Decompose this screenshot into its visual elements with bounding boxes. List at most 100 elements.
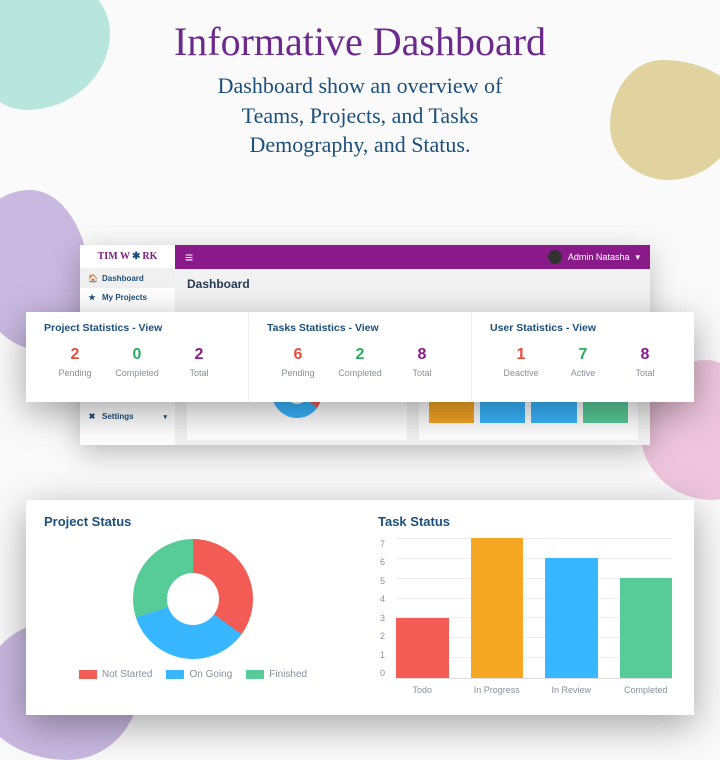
panel-title: Task Status xyxy=(378,514,676,529)
y-tick: 5 xyxy=(380,576,385,586)
stat-cell: 0 Completed xyxy=(106,346,168,378)
y-tick: 4 xyxy=(380,594,385,604)
project-status-panel: Project Status Not Started On Going Finish… xyxy=(26,500,360,715)
hero-sub-line: Teams, Projects, and Tasks xyxy=(242,103,479,128)
y-tick: 6 xyxy=(380,557,385,567)
legend-swatch xyxy=(246,670,264,679)
stat-cell: 2 Completed xyxy=(329,346,391,378)
sidebar-item-dashboard[interactable]: 🏠 Dashboard xyxy=(80,269,175,288)
stat-number: 8 xyxy=(614,346,676,364)
logo-text: TIM W xyxy=(98,251,130,262)
nav-label: My Projects xyxy=(102,293,147,302)
page-title: Dashboard xyxy=(187,277,638,291)
stat-label: Total xyxy=(391,368,453,378)
y-axis: 7 6 5 4 3 2 1 0 xyxy=(380,539,385,678)
big-charts-card: Project Status Not Started On Going Finish… xyxy=(26,500,694,715)
page-content: Dashboard xyxy=(175,269,650,299)
nav-label: Dashboard xyxy=(102,274,144,283)
stat-label: Total xyxy=(614,368,676,378)
bar-in-review xyxy=(545,558,598,678)
stats-column: Tasks Statistics - View 6 Pending2 Complete… xyxy=(249,312,472,402)
nav-label: Settings xyxy=(102,412,134,421)
hero-section: Informative Dashboard Dashboard show an … xyxy=(0,0,720,160)
stats-title: Project Statistics - View xyxy=(44,322,230,334)
stat-label: Total xyxy=(168,368,230,378)
stat-number: 8 xyxy=(391,346,453,364)
legend-label: Not Started xyxy=(102,669,153,680)
stat-cell: 1 Deactive xyxy=(490,346,552,378)
nav-icon: 🏠 xyxy=(88,274,96,283)
task-status-bars: 76543210 xyxy=(396,539,672,679)
x-tick: In Progress xyxy=(471,685,524,695)
legend-swatch xyxy=(166,670,184,679)
stat-label: Active xyxy=(552,368,614,378)
star-icon: ✱ xyxy=(132,251,140,262)
y-tick: 2 xyxy=(380,631,385,641)
stat-number: 2 xyxy=(44,346,106,364)
avatar xyxy=(548,250,562,264)
menu-icon[interactable]: ≡ xyxy=(185,249,193,265)
stat-label: Pending xyxy=(44,368,106,378)
panel-title: Project Status xyxy=(44,514,342,529)
stat-label: Pending xyxy=(267,368,329,378)
stat-number: 0 xyxy=(106,346,168,364)
legend-label: Finished xyxy=(269,669,307,680)
stat-number: 2 xyxy=(329,346,391,364)
stat-cell: 6 Pending xyxy=(267,346,329,378)
stat-number: 7 xyxy=(552,346,614,364)
bar-todo xyxy=(396,618,449,678)
stat-cell: 2 Total xyxy=(168,346,230,378)
user-name: Admin Natasha xyxy=(568,252,630,262)
stats-title: User Statistics - View xyxy=(490,322,676,334)
nav-icon: ★ xyxy=(88,293,96,302)
stat-cell: 8 Total xyxy=(614,346,676,378)
task-status-panel: Task Status 7 6 5 4 3 2 1 0 Todo In Progress In R… xyxy=(360,500,694,715)
sidebar-item-my-projects[interactable]: ★ My Projects xyxy=(80,288,175,307)
user-menu[interactable]: Admin Natasha ▾ xyxy=(548,250,640,264)
bar-completed xyxy=(620,578,673,678)
x-axis: Todo In Progress In Review Completed xyxy=(396,685,672,695)
bar-in-progress xyxy=(471,538,524,678)
legend-swatch xyxy=(79,670,97,679)
stat-label: Deactive xyxy=(490,368,552,378)
legend-item: Not Started xyxy=(79,669,153,680)
view-link[interactable]: View xyxy=(572,322,596,334)
stat-number: 2 xyxy=(168,346,230,364)
y-tick: 3 xyxy=(380,613,385,623)
hero-title: Informative Dashboard xyxy=(0,18,720,65)
view-link[interactable]: View xyxy=(139,322,163,334)
stat-label: Completed xyxy=(329,368,391,378)
legend-item: On Going xyxy=(166,669,232,680)
hero-sub-line: Dashboard show an overview of xyxy=(218,73,503,98)
stats-title: Tasks Statistics - View xyxy=(267,322,453,334)
logo-text: RK xyxy=(142,251,157,262)
stat-number: 6 xyxy=(267,346,329,364)
chevron-down-icon: ▾ xyxy=(163,413,167,421)
x-tick: In Review xyxy=(545,685,598,695)
statistics-card: Project Statistics - View2Pending0Comple… xyxy=(26,312,694,402)
stat-cell: 2 Pending xyxy=(44,346,106,378)
stats-column: Project Statistics - View 2 Pending0 Comple… xyxy=(26,312,249,402)
stat-label: Completed xyxy=(106,368,168,378)
topbar: ≡ Admin Natasha ▾ xyxy=(175,245,650,269)
y-tick: 1 xyxy=(380,650,385,660)
sidebar-item-settings[interactable]: ✖ Settings ▾ xyxy=(80,407,175,426)
app-logo[interactable]: TIM W ✱ RK xyxy=(80,245,175,269)
legend-item: Finished xyxy=(246,669,307,680)
hero-sub-line: Demography, and Status. xyxy=(250,132,471,157)
project-status-donut xyxy=(133,539,253,659)
y-tick: 0 xyxy=(380,668,385,678)
x-tick: Todo xyxy=(396,685,449,695)
nav-icon: ✖ xyxy=(88,412,96,421)
chevron-down-icon: ▾ xyxy=(635,252,640,263)
x-tick: Completed xyxy=(620,685,673,695)
hero-subtitle: Dashboard show an overview of Teams, Pro… xyxy=(0,71,720,160)
legend-label: On Going xyxy=(189,669,232,680)
stats-column: User Statistics - View 1 Deactive7 Active8 T… xyxy=(472,312,694,402)
stat-cell: 7 Active xyxy=(552,346,614,378)
stat-cell: 8 Total xyxy=(391,346,453,378)
stat-number: 1 xyxy=(490,346,552,364)
view-link[interactable]: View xyxy=(355,322,379,334)
y-tick: 7 xyxy=(380,539,385,549)
chart-legend: Not Started On Going Finished xyxy=(44,669,342,680)
